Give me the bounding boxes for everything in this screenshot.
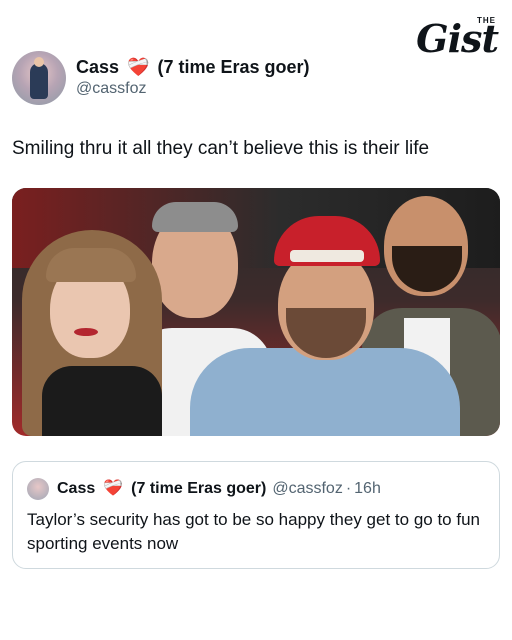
quoted-tweet[interactable]: Cass ❤️‍🩹 (7 time Eras goer) @cassfoz · …	[12, 461, 500, 569]
display-tagline: (7 time Eras goer)	[157, 57, 310, 77]
display-name-row[interactable]: Cass ❤️‍🩹 (7 time Eras goer)	[76, 56, 310, 78]
author-block: Cass ❤️‍🩹 (7 time Eras goer) @cassfoz	[76, 56, 310, 100]
brand-name: Gist	[416, 16, 499, 61]
quoted-time: 16h	[354, 480, 381, 497]
brand-logo: THE Gist	[388, 16, 500, 64]
quoted-tagline: (7 time Eras goer)	[131, 480, 267, 497]
tweet-photo[interactable]	[12, 188, 500, 436]
quoted-avatar	[27, 478, 49, 500]
display-name: Cass	[76, 57, 120, 77]
quoted-separator: ·	[345, 480, 352, 497]
avatar[interactable]	[12, 51, 66, 105]
quoted-name: Cass	[57, 480, 96, 497]
quoted-header: Cass ❤️‍🩹 (7 time Eras goer) @cassfoz · …	[27, 478, 485, 500]
tweet-header: Cass ❤️‍🩹 (7 time Eras goer) @cassfoz	[12, 50, 310, 106]
quoted-handle: @cassfoz	[272, 480, 343, 497]
heart-icon: ❤️‍🩹	[127, 57, 150, 77]
quoted-text: Taylor’s security has got to be so happy…	[27, 510, 480, 553]
author-handle[interactable]: @cassfoz	[76, 78, 310, 100]
heart-icon: ❤️‍🩹	[103, 480, 124, 497]
tweet-text: Smiling thru it all they can’t believe t…	[12, 138, 430, 159]
